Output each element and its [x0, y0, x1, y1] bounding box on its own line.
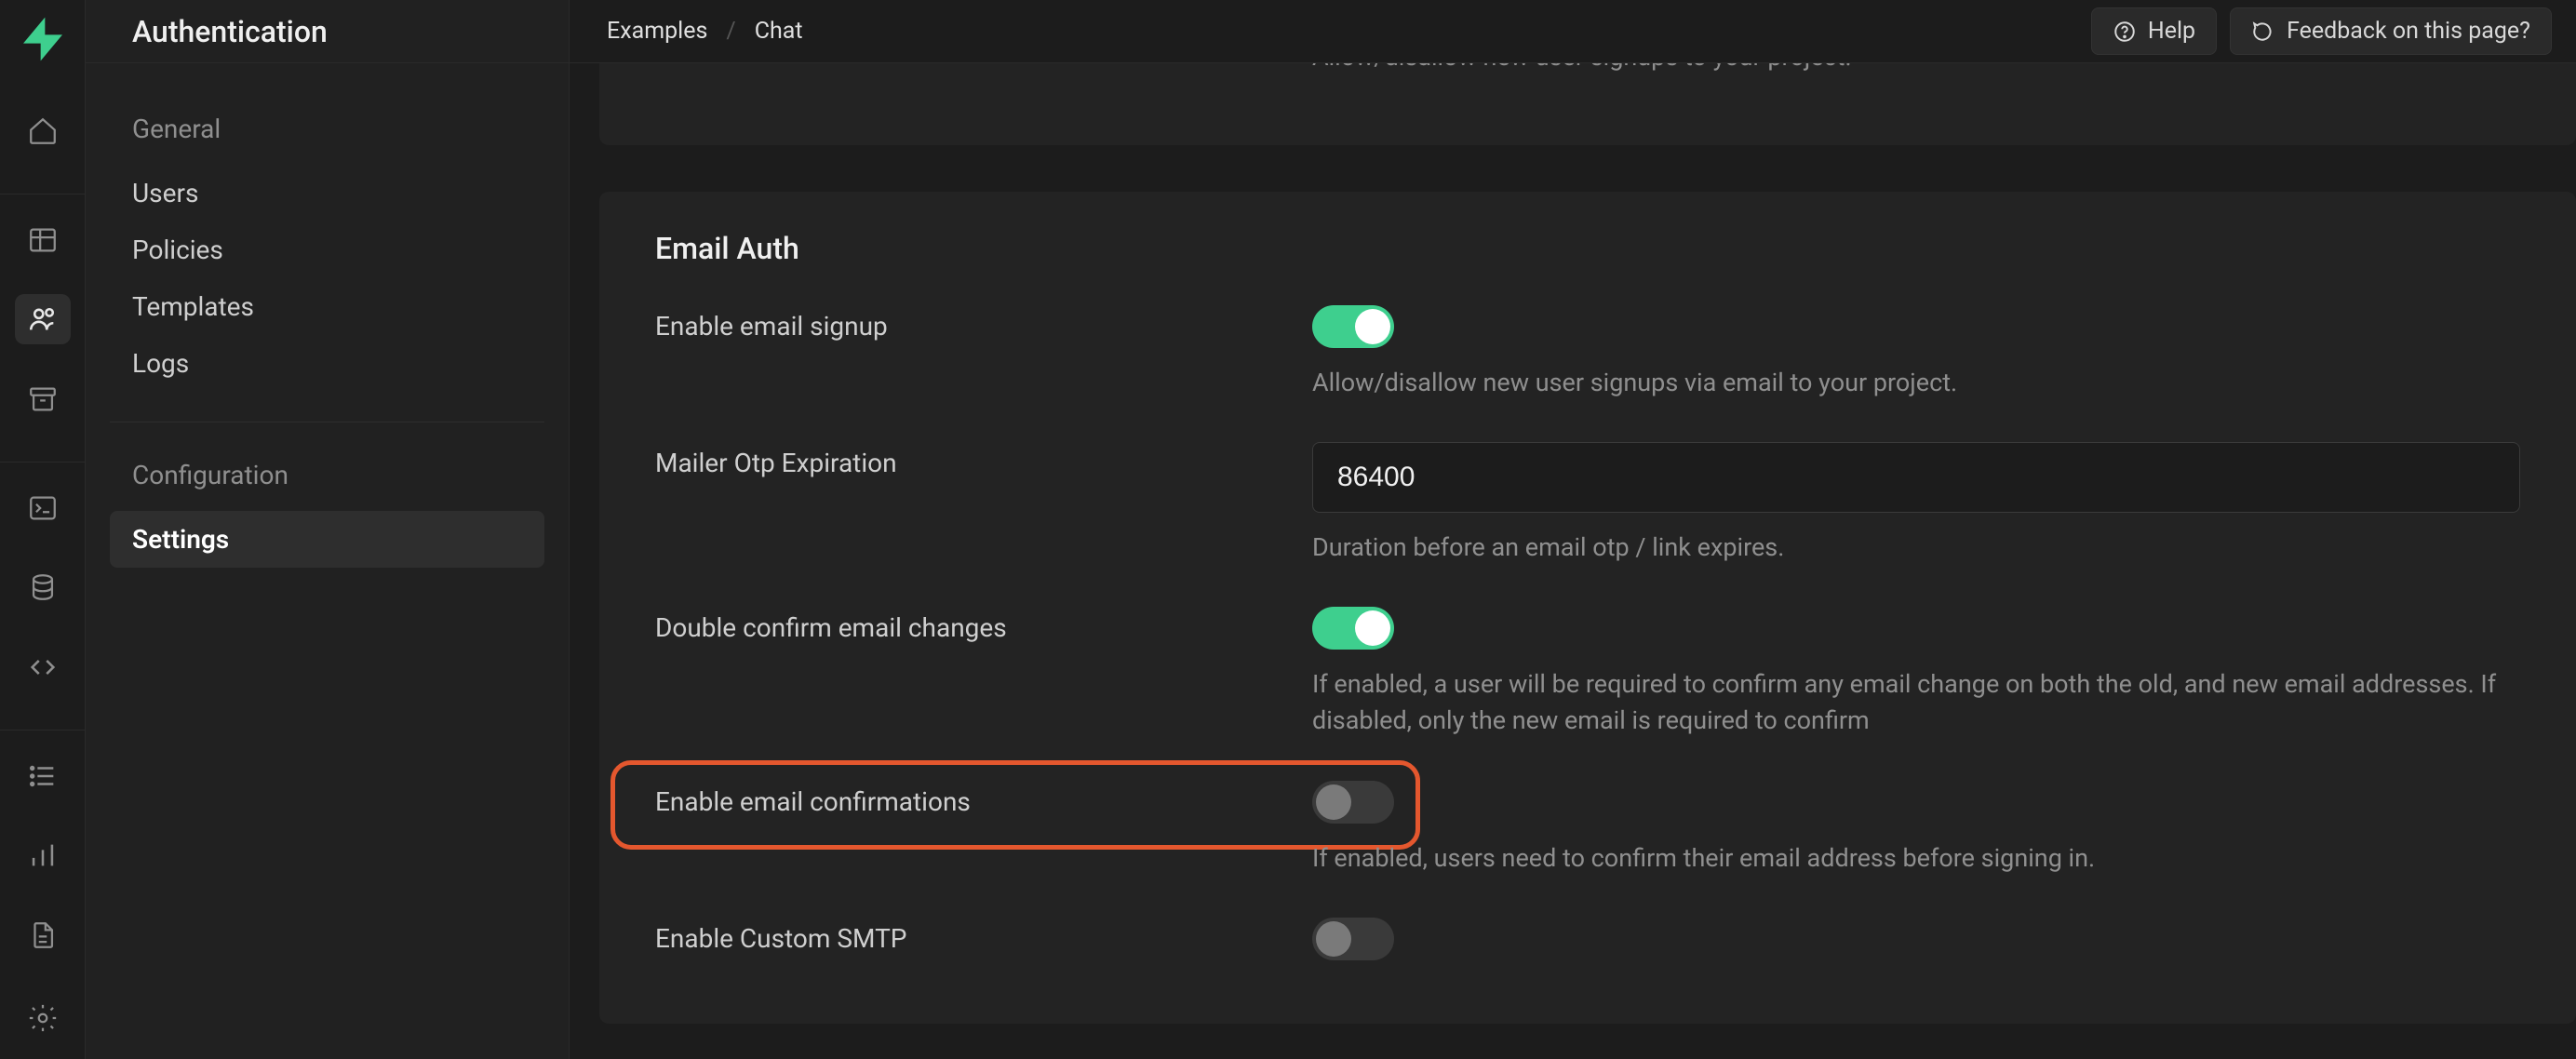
- database-icon: [27, 571, 59, 603]
- supabase-logo-icon: [17, 13, 69, 65]
- topbar: Examples / Chat Help Feedback on this pa…: [570, 0, 2576, 63]
- rail-docs[interactable]: [15, 910, 71, 960]
- archive-icon: [27, 383, 59, 415]
- sidebar-heading-general: General: [110, 104, 544, 165]
- mailer-otp-expiration-label: Mailer Otp Expiration: [655, 442, 1312, 478]
- card-signups: Allow/disallow new user signups to your …: [599, 63, 2576, 145]
- home-icon: [27, 115, 59, 147]
- mailer-otp-expiration-desc: Duration before an email otp / link expi…: [1312, 530, 2520, 566]
- rail-sql-editor[interactable]: [15, 483, 71, 533]
- enable-email-confirmations-toggle[interactable]: [1312, 781, 1394, 824]
- breadcrumb-item-2[interactable]: Chat: [755, 18, 803, 45]
- double-confirm-toggle[interactable]: [1312, 607, 1394, 650]
- sidebar-title-row: Authentication: [86, 0, 569, 63]
- enable-email-signup-desc: Allow/disallow new user signups via emai…: [1312, 365, 2520, 401]
- table-icon: [27, 224, 59, 256]
- rail-database[interactable]: [15, 563, 71, 613]
- double-confirm-label: Double confirm email changes: [655, 607, 1312, 643]
- bar-chart-icon: [27, 839, 59, 871]
- feedback-button[interactable]: Feedback on this page?: [2230, 7, 2552, 55]
- code-icon: [27, 651, 59, 683]
- rail-reports[interactable]: [15, 831, 71, 881]
- card-email-auth-title: Email Auth: [599, 192, 2576, 266]
- enable-custom-smtp-toggle[interactable]: [1312, 918, 1394, 960]
- enable-email-signup-toggle[interactable]: [1312, 305, 1394, 348]
- list-icon: [27, 760, 59, 792]
- message-circle-icon: [2251, 20, 2275, 44]
- enable-email-confirmations-desc: If enabled, users need to confirm their …: [1312, 840, 2520, 877]
- rail-home[interactable]: [15, 106, 71, 156]
- logo[interactable]: [17, 13, 69, 65]
- feedback-button-label: Feedback on this page?: [2287, 18, 2530, 45]
- sidebar-heading-configuration: Configuration: [110, 450, 544, 511]
- rail-table-editor[interactable]: [15, 215, 71, 265]
- help-button[interactable]: Help: [2091, 7, 2217, 55]
- help-button-label: Help: [2148, 18, 2195, 45]
- enable-custom-smtp-label: Enable Custom SMTP: [655, 918, 1312, 954]
- breadcrumb-item-1[interactable]: Examples: [607, 18, 707, 45]
- rail-authentication[interactable]: [15, 294, 71, 344]
- card-email-auth: Email Auth Enable email signup Allow/dis…: [599, 192, 2576, 1024]
- file-icon: [27, 919, 59, 951]
- sidebar-item-users[interactable]: Users: [110, 165, 544, 221]
- sidebar: Authentication General Users Policies Te…: [86, 0, 570, 1059]
- enable-email-confirmations-label: Enable email confirmations: [655, 781, 1312, 817]
- breadcrumb: Examples / Chat: [607, 18, 803, 45]
- enable-email-signup-label: Enable email signup: [655, 305, 1312, 342]
- rail-api[interactable]: [15, 642, 71, 692]
- terminal-icon: [27, 492, 59, 524]
- users-icon: [27, 303, 59, 335]
- sidebar-title: Authentication: [132, 14, 328, 49]
- double-confirm-desc: If enabled, a user will be required to c…: [1312, 666, 2520, 739]
- breadcrumb-separator: /: [726, 18, 735, 45]
- sidebar-item-templates[interactable]: Templates: [110, 278, 544, 335]
- sidebar-item-policies[interactable]: Policies: [110, 221, 544, 278]
- help-circle-icon: [2113, 20, 2137, 44]
- main-content: Allow/disallow new user signups to your …: [570, 63, 2576, 1059]
- rail-storage[interactable]: [15, 374, 71, 424]
- gear-icon: [27, 1002, 59, 1034]
- rail-settings[interactable]: [15, 990, 71, 1046]
- sidebar-item-logs[interactable]: Logs: [110, 335, 544, 392]
- icon-rail: [0, 0, 86, 1059]
- rail-logs[interactable]: [15, 751, 71, 801]
- mailer-otp-expiration-input[interactable]: [1312, 442, 2520, 513]
- signups-desc: Allow/disallow new user signups to your …: [1312, 63, 2520, 75]
- sidebar-item-settings[interactable]: Settings: [110, 511, 544, 568]
